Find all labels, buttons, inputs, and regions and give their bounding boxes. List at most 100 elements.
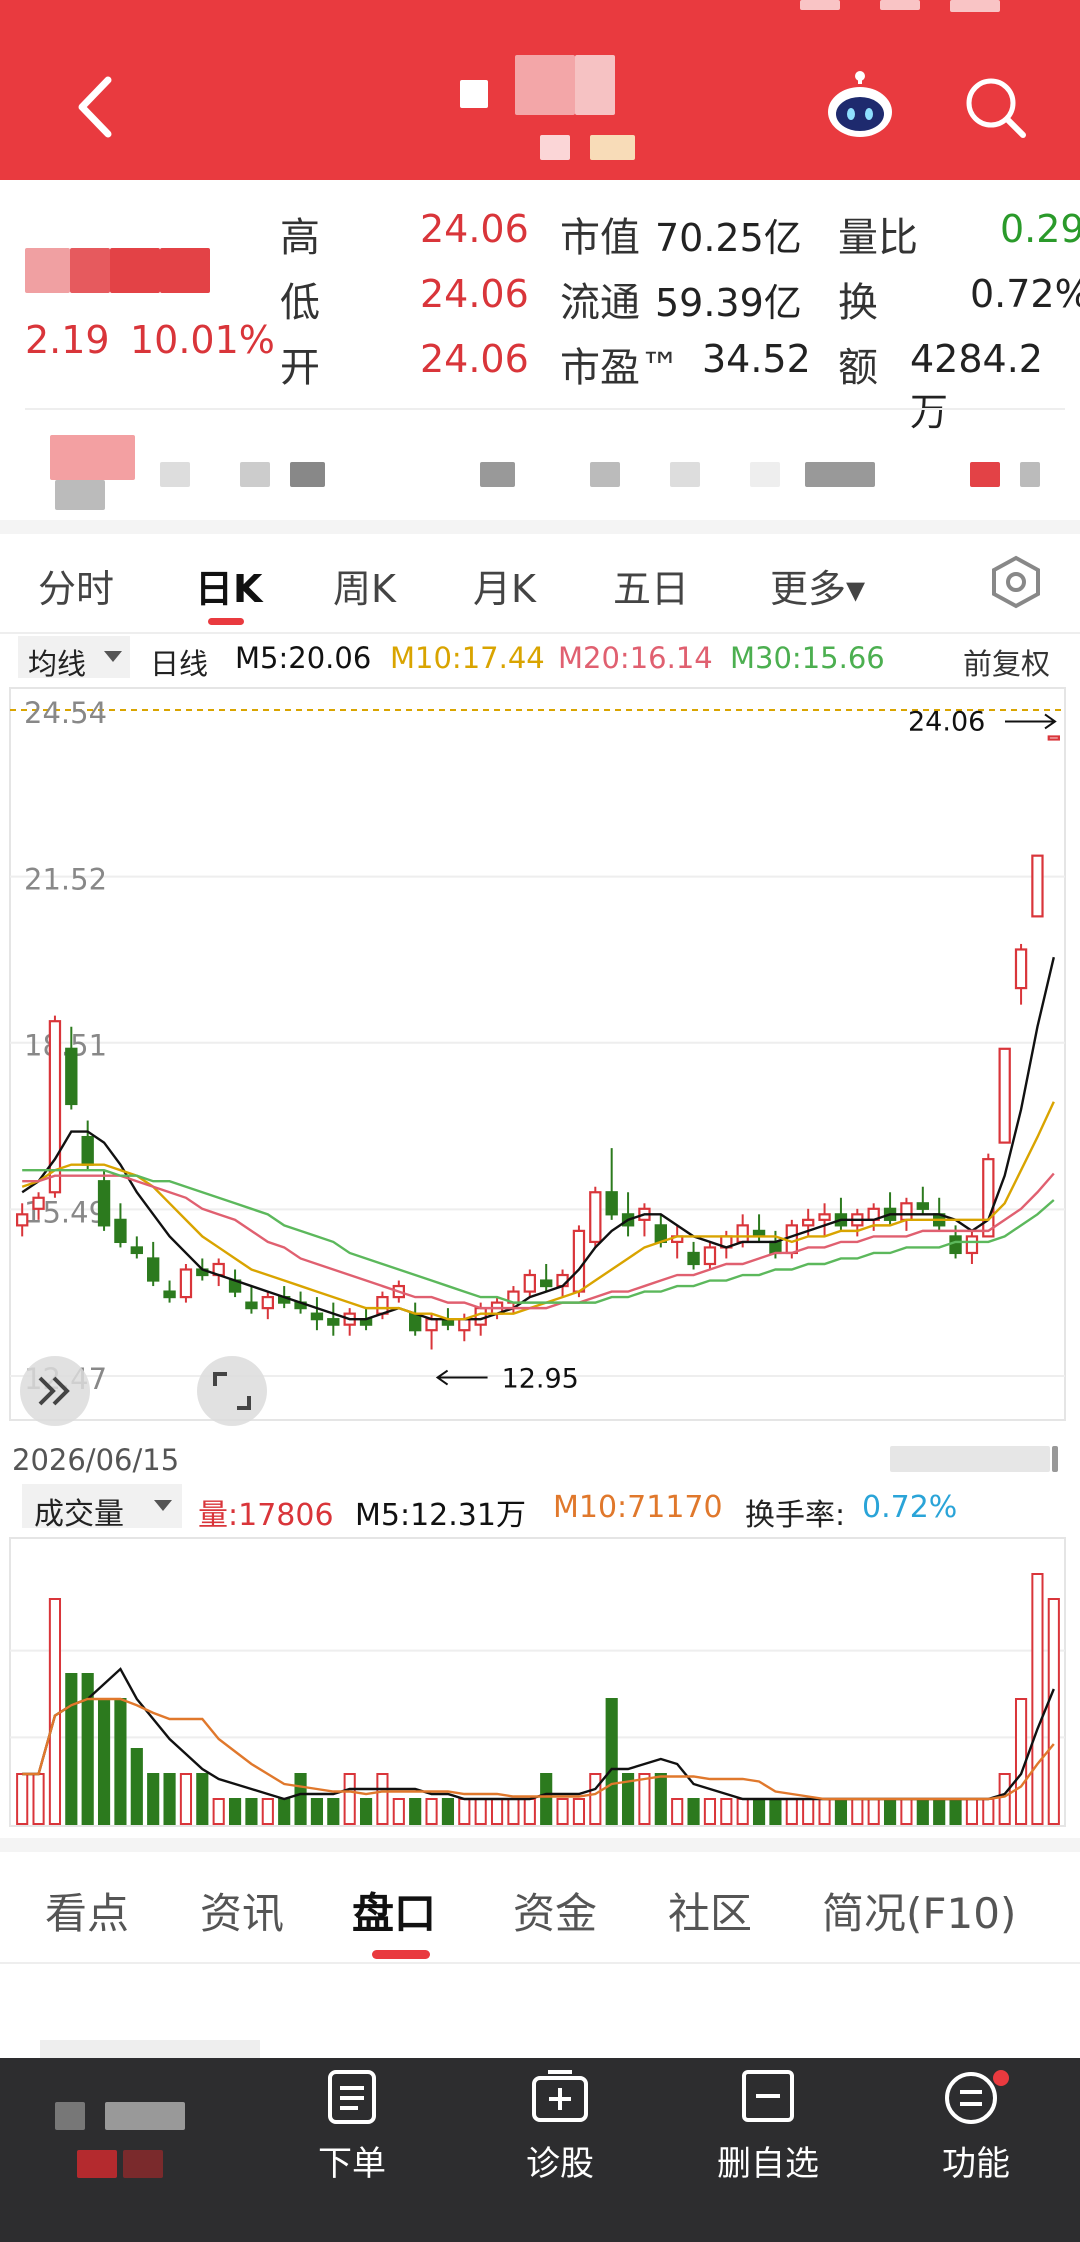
- turnover-rate-value: 0.72%: [862, 1490, 958, 1525]
- active-tab-indicator: [208, 618, 244, 625]
- candle-body: [916, 1202, 929, 1210]
- volume-bar: [982, 1798, 995, 1825]
- search-button[interactable]: [963, 75, 1028, 140]
- candle-body: [458, 1318, 471, 1332]
- divider: [0, 1962, 1080, 1964]
- volume-bar: [720, 1798, 733, 1825]
- volume-bar: [409, 1798, 422, 1825]
- fullscreen-button[interactable]: [197, 1356, 267, 1426]
- candle-body: [605, 1191, 618, 1216]
- low-label: 低: [280, 280, 320, 326]
- section-gap: [0, 1838, 1080, 1852]
- candle-body: [65, 1047, 78, 1106]
- high-price-annotation: 24.06: [908, 706, 985, 737]
- volume-bar: [916, 1798, 929, 1825]
- diagnose-stock-icon: [532, 2070, 588, 2122]
- volume-bar: [48, 1598, 62, 1825]
- candlestick-chart[interactable]: 24.5421.5218.5115.4912.4724.0612.95: [0, 686, 1080, 1446]
- ma-legend: 均线 日线 M5:20.06 M10:17.44 M20:16.14 M30:1…: [0, 636, 1080, 686]
- candle-body: [900, 1202, 913, 1221]
- tab-order-book[interactable]: 盘口: [352, 1880, 436, 1941]
- high-label: 高: [280, 215, 320, 261]
- volume-ma10-line: [22, 1697, 1055, 1801]
- back-button[interactable]: [70, 72, 120, 142]
- assistant-button[interactable]: [825, 70, 895, 140]
- volume-bar: [933, 1798, 946, 1825]
- nav-remove-watchlist-button[interactable]: 删自选: [698, 2068, 838, 2185]
- tab-intraday[interactable]: 分时: [38, 558, 114, 613]
- candle-body: [81, 1135, 94, 1166]
- tab-five-day[interactable]: 五日: [613, 558, 689, 613]
- candle-body: [802, 1218, 815, 1227]
- volume-bar: [130, 1748, 143, 1825]
- volume-chart[interactable]: [0, 1534, 1080, 1834]
- nav-function-button[interactable]: 功能: [906, 2068, 1046, 2185]
- tab-highlights[interactable]: 看点: [45, 1880, 129, 1941]
- volume-bar: [867, 1798, 880, 1825]
- candle-body: [965, 1235, 979, 1255]
- nav-order-label: 下单: [318, 2144, 386, 2184]
- candle-body: [245, 1301, 258, 1310]
- tab-news[interactable]: 资讯: [200, 1880, 284, 1941]
- indicator-selector[interactable]: 均线: [18, 636, 130, 681]
- candle-body: [785, 1224, 798, 1255]
- tab-community[interactable]: 社区: [668, 1880, 752, 1941]
- tab-weekly-k[interactable]: 周K: [333, 558, 396, 613]
- tab-monthly-k[interactable]: 月K: [473, 558, 536, 613]
- volume-bar: [785, 1798, 798, 1825]
- turnover-value: 0.72%: [970, 272, 1080, 316]
- expand-sidebar-button[interactable]: [20, 1356, 90, 1426]
- volume-bar: [703, 1798, 717, 1825]
- volume-bar: [392, 1798, 405, 1825]
- robot-assistant-icon: [828, 71, 892, 137]
- candle-body: [32, 1196, 45, 1210]
- ma20-value: M20:16.14: [558, 641, 713, 675]
- volume-bar: [212, 1798, 225, 1825]
- watchlist-stock-card[interactable]: [45, 2080, 195, 2200]
- tab-more[interactable]: 更多▾: [770, 558, 865, 613]
- ma-line-m5: [21, 956, 1055, 1321]
- turnover-rate-label: 换手率:: [745, 1498, 846, 1533]
- volume-bar: [589, 1773, 602, 1825]
- chart-settings-button[interactable]: [990, 554, 1042, 610]
- quote-row: 开 24.06 市盈™ 34.52 额 4284.2万: [280, 335, 1080, 434]
- nav-diagnose-button[interactable]: 诊股: [490, 2068, 630, 2185]
- search-icon: [966, 78, 1026, 138]
- settings-hexagon-icon: [992, 555, 1040, 609]
- tab-f10-profile[interactable]: 简况(F10): [822, 1880, 1016, 1941]
- float-cap-value: 59.39亿: [655, 281, 802, 325]
- chart-scrollbar[interactable]: [890, 1446, 1060, 1472]
- candle-body: [409, 1312, 422, 1332]
- market-cap-value: 70.25亿: [655, 216, 802, 260]
- kline-tab-bar: 分时 日K 周K 月K 五日 更多▾: [0, 534, 1080, 634]
- current-price: [25, 238, 225, 298]
- volume-bar: [376, 1773, 389, 1825]
- volume-indicator-selector[interactable]: 成交量: [22, 1484, 182, 1532]
- ma5-value: M5:20.06: [235, 641, 372, 675]
- candle-body: [1031, 854, 1044, 918]
- chart-frame: [9, 687, 1066, 1421]
- candle-body: [114, 1218, 127, 1244]
- candle-body: [982, 1158, 995, 1238]
- tab-daily-k[interactable]: 日K: [195, 558, 262, 613]
- price-change-percent: 10.01%: [130, 318, 275, 362]
- nav-function-label: 功能: [942, 2144, 1010, 2184]
- stock-name: [455, 55, 655, 165]
- volume-bar: [16, 1773, 29, 1825]
- volume-bar: [1047, 1598, 1060, 1825]
- volume-bar: [965, 1798, 979, 1825]
- volume-ratio-label: 量比: [838, 215, 918, 261]
- nav-order-button[interactable]: 下单: [282, 2068, 422, 2185]
- price-change: 2.19: [25, 318, 110, 362]
- volume-bar: [278, 1798, 291, 1825]
- volume-bar: [65, 1673, 78, 1825]
- ma-line-m20: [22, 1172, 1055, 1310]
- volume-selector-label: 成交量: [34, 1497, 124, 1532]
- volume-bar: [736, 1798, 749, 1825]
- candle-body: [147, 1257, 160, 1282]
- candle-body: [474, 1307, 487, 1326]
- price-adjust-toggle[interactable]: 前复权: [963, 641, 1050, 683]
- news-ticker[interactable]: [0, 420, 1080, 520]
- order-document-icon: [328, 2070, 376, 2124]
- tab-capital[interactable]: 资金: [513, 1880, 597, 1941]
